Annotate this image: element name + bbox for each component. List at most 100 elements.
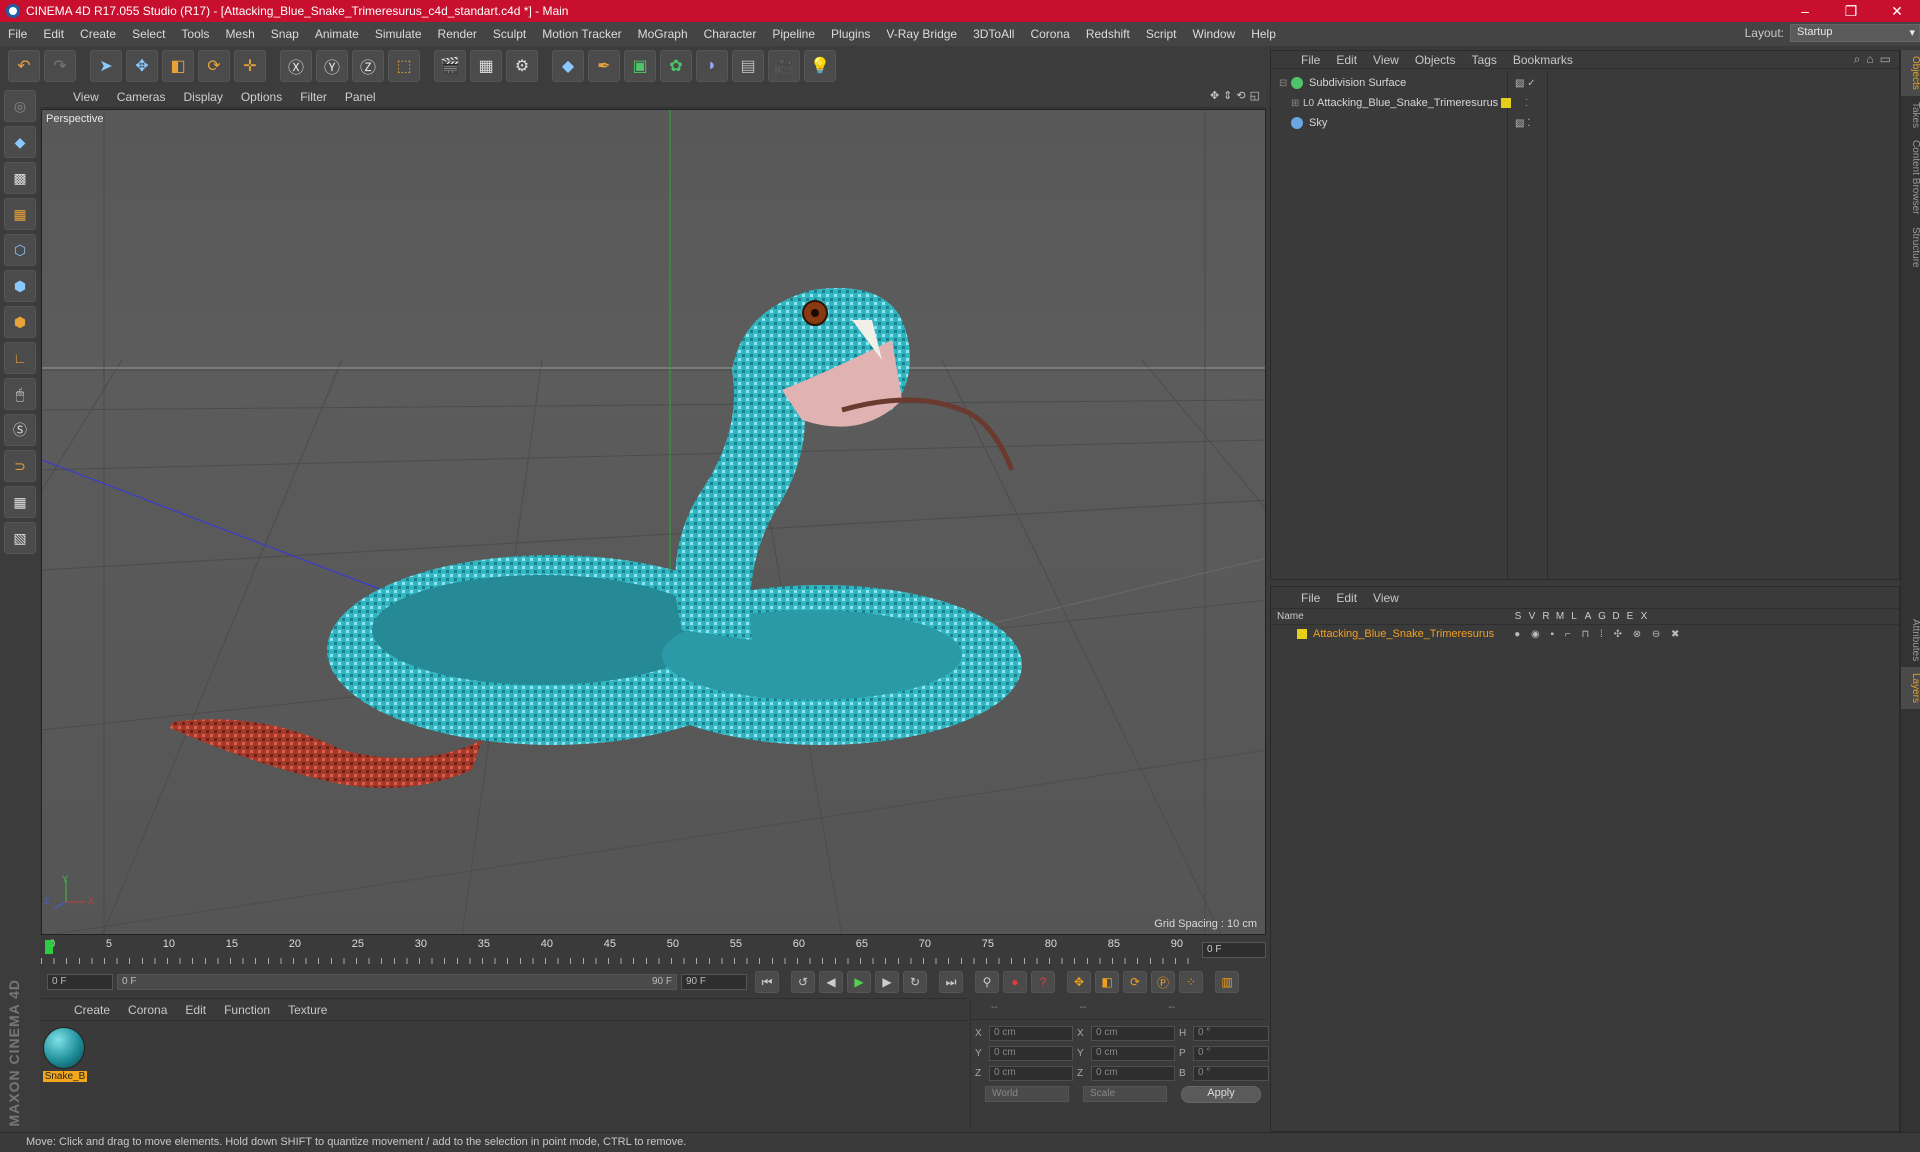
apply-button[interactable]: Apply [1181,1086,1261,1103]
object-menu-tags[interactable]: Tags [1464,53,1505,67]
menu-tools[interactable]: Tools [173,27,217,41]
floor-scene-icon[interactable]: ▤ [732,50,764,82]
object-row-snake[interactable]: ⊞ L0 Attacking_Blue_Snake_Trimeresurus ⁚ [1279,93,1899,113]
coordinate-system-icon[interactable]: ⬚ [388,50,420,82]
y-axis-lock-icon[interactable]: Ⓨ [316,50,348,82]
menu-simulate[interactable]: Simulate [367,27,430,41]
render-view-icon[interactable]: 🎬 [434,50,466,82]
material-menu-create[interactable]: Create [65,1003,119,1017]
tab-layers[interactable]: Layers [1901,667,1920,710]
key-position-icon[interactable]: ✥ [1067,971,1091,993]
menu-script[interactable]: Script [1138,27,1185,41]
next-key-icon[interactable]: ↻ [903,971,927,993]
rotation-p-field[interactable]: 0 ° [1193,1046,1269,1061]
cube-primitive-icon[interactable]: ◆ [552,50,584,82]
viewport-menu-cameras[interactable]: Cameras [108,90,175,104]
key-pla-icon[interactable]: ⁘ [1179,971,1203,993]
object-menu-edit[interactable]: Edit [1328,53,1365,67]
playhead[interactable] [45,940,53,954]
frame-range-slider[interactable]: 0 F 90 F [117,974,677,990]
rotation-b-field[interactable]: 0 ° [1193,1066,1269,1081]
menu-render[interactable]: Render [430,27,485,41]
layout-dropdown[interactable]: Startup [1790,24,1920,42]
viewport-menu-options[interactable]: Options [232,90,291,104]
object-menu-bookmarks[interactable]: Bookmarks [1505,53,1581,67]
edges-mode-icon[interactable]: ⬢ [4,270,36,302]
next-frame-icon[interactable]: ▶ [875,971,899,993]
x-axis-lock-icon[interactable]: Ⓧ [280,50,312,82]
undo-icon[interactable]: ↶ [8,50,40,82]
scale-tool-icon[interactable]: ◧ [162,50,194,82]
tab-takes[interactable]: Takes [1901,96,1920,134]
material-menu-function[interactable]: Function [215,1003,279,1017]
position-z-field[interactable]: 0 cm [989,1066,1073,1081]
new-view-icon[interactable]: ▭ [1880,52,1891,67]
viewport-menu-display[interactable]: Display [174,90,231,104]
position-x-field[interactable]: 0 cm [989,1026,1073,1041]
record-keys-icon[interactable]: ● [1003,971,1027,993]
redo-icon[interactable]: ↷ [44,50,76,82]
menu-pipeline[interactable]: Pipeline [764,27,823,41]
layer-row[interactable]: Attacking_Blue_Snake_Trimeresurus ● ◉ ▪ … [1271,625,1899,643]
menu-animate[interactable]: Animate [307,27,367,41]
size-z-field[interactable]: 0 cm [1091,1066,1175,1081]
layer-menu-edit[interactable]: Edit [1328,591,1365,605]
material-menu-corona[interactable]: Corona [119,1003,176,1017]
camera-icon[interactable]: 🎥 [768,50,800,82]
menu-motion-tracker[interactable]: Motion Tracker [534,27,629,41]
light-bulb-icon[interactable]: 💡 [804,50,836,82]
menu-help[interactable]: Help [1243,27,1284,41]
mograph-cloner-icon[interactable]: ✿ [660,50,692,82]
menu-character[interactable]: Character [696,27,765,41]
toggle-view-icon[interactable]: ◱ [1250,89,1260,102]
previous-frame-icon[interactable]: ◀ [819,971,843,993]
workplane-mode-icon[interactable]: ▦ [4,198,36,230]
key-rotation-icon[interactable]: ⟳ [1123,971,1147,993]
rotate-tool-icon[interactable]: ⟳ [198,50,230,82]
key-scale-icon[interactable]: ◧ [1095,971,1119,993]
size-x-field[interactable]: 0 cm [1091,1026,1175,1041]
material-swatch[interactable]: Snake_B [43,1027,87,1082]
move-tool-icon[interactable]: ✥ [126,50,158,82]
lock-workplane-icon[interactable]: ▦ [4,486,36,518]
object-menu-objects[interactable]: Objects [1407,53,1464,67]
go-to-end-icon[interactable]: ⏭ [939,971,963,993]
tweak-mode-icon[interactable]: 🖱 [4,378,36,410]
previous-key-icon[interactable]: ↺ [791,971,815,993]
menu-redshift[interactable]: Redshift [1078,27,1138,41]
viewport-menu-filter[interactable]: Filter [291,90,336,104]
go-to-start-icon[interactable]: ⏮ [755,971,779,993]
layer-color-swatch[interactable] [1297,629,1307,639]
material-menu-edit[interactable]: Edit [176,1003,215,1017]
end-frame-field[interactable]: 90 F [681,974,747,990]
object-row-sky[interactable]: Sky ▧ ⁚ [1279,113,1899,133]
tab-structure[interactable]: Structure [1901,221,1920,274]
menu-mograph[interactable]: MoGraph [630,27,696,41]
menu-vray-bridge[interactable]: V-Ray Bridge [878,27,965,41]
material-menu-texture[interactable]: Texture [279,1003,336,1017]
object-row-subdivision[interactable]: ⊟ Subdivision Surface ▧ ✓ [1279,73,1899,93]
dolly-view-icon[interactable]: ⇕ [1223,89,1232,102]
make-editable-icon[interactable]: ◎ [4,90,36,122]
position-y-field[interactable]: 0 cm [989,1046,1073,1061]
collapse-icon[interactable]: ⊟ [1279,78,1291,89]
orbit-view-icon[interactable]: ⟲ [1236,89,1245,102]
layer-color-tag[interactable] [1501,98,1511,108]
menu-select[interactable]: Select [124,27,173,41]
current-frame-field[interactable]: 0 F [1202,942,1266,958]
planar-workplane-icon[interactable]: ▧ [4,522,36,554]
perspective-viewport[interactable]: Perspective Y Z X Grid Spacing : 10 cm [41,109,1266,935]
visibility-toggle-icon[interactable]: ▧ ✓ [1515,78,1536,89]
render-settings-icon[interactable]: ⚙ [506,50,538,82]
coordinate-mode-dropdown[interactable]: World [985,1086,1069,1102]
menu-sculpt[interactable]: Sculpt [485,27,534,41]
visibility-toggle-icon[interactable]: ▧ ⁚ [1515,118,1530,129]
key-param-icon[interactable]: Ⓟ [1151,971,1175,993]
points-mode-icon[interactable]: ⬡ [4,234,36,266]
timeline-window-icon[interactable]: ▥ [1215,971,1239,993]
model-mode-icon[interactable]: ◆ [4,126,36,158]
menu-snap[interactable]: Snap [263,27,307,41]
start-frame-field[interactable]: 0 F [47,974,113,990]
layer-menu-view[interactable]: View [1365,591,1407,605]
layer-name[interactable]: Attacking_Blue_Snake_Trimeresurus [1313,628,1494,640]
